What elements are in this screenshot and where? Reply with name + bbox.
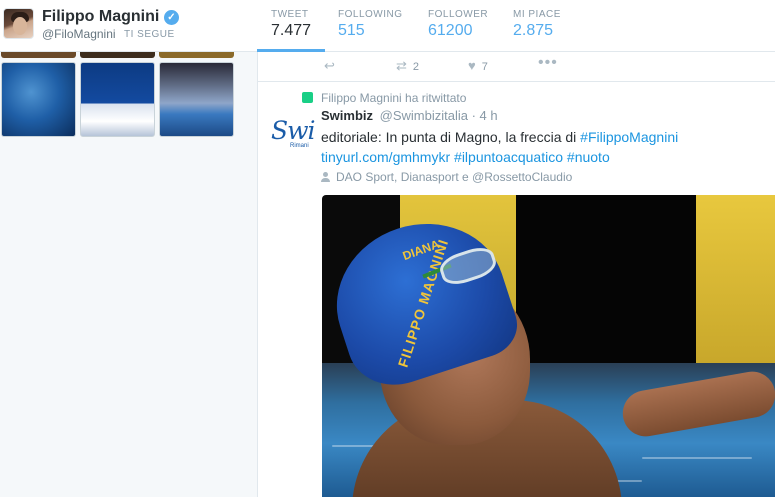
pool-lane-yellow — [696, 195, 775, 370]
person-icon — [321, 172, 330, 182]
retweet-button[interactable]: ⇄ 2 — [396, 58, 419, 74]
heart-icon: ♥ — [468, 58, 476, 73]
tweet-text: editoriale: In punta di Magno, la frecci… — [321, 127, 751, 167]
tweet-photo[interactable]: FILIPPO MAGNINI DIANA — [322, 195, 775, 497]
tweet-timestamp[interactable]: · 4 h — [472, 108, 498, 123]
profile-handle[interactable]: @FiloMagnini — [42, 27, 116, 41]
profile-name[interactable]: Filippo Magnini — [42, 8, 159, 26]
timeline: ↩ ⇄ 2 ♥ 7 ••• Filippo Magnini ha ritwittat… — [257, 52, 775, 497]
retweet-icon — [302, 92, 313, 103]
photo-thumbnail[interactable] — [1, 62, 76, 137]
stat-value: 515 — [338, 22, 365, 39]
photo-thumbnail-partial[interactable] — [80, 52, 155, 58]
tweet-author-name[interactable]: Swimbiz — [321, 108, 373, 123]
like-button[interactable]: ♥ 7 — [468, 58, 488, 73]
tweet-author-avatar[interactable]: Swi Rimani — [270, 115, 316, 157]
hashtag-link[interactable]: #nuoto — [567, 149, 610, 165]
url-link[interactable]: tinyurl.com/gmhmykr — [321, 149, 450, 165]
tweet-author-handle[interactable]: @Swimbizitalia — [380, 108, 468, 123]
photo-thumbnail-partial[interactable] — [1, 52, 76, 58]
avatar-logo-subtext: Rimani — [290, 143, 309, 149]
pool-wall-black — [516, 195, 696, 370]
stat-value: 61200 — [428, 22, 473, 39]
reply-icon[interactable]: ↩ — [324, 58, 335, 74]
profile-avatar[interactable] — [3, 8, 34, 39]
previous-tweet-actions: ↩ ⇄ 2 ♥ 7 ••• — [258, 52, 775, 82]
avatar-face — [13, 17, 27, 35]
stat-tweets-tab[interactable]: TWEET 7.477 — [257, 9, 325, 52]
stat-label: MI PIACE — [513, 9, 561, 20]
follows-you-badge: TI SEGUE — [124, 29, 175, 40]
stat-value: 2.875 — [513, 22, 554, 39]
like-count: 7 — [481, 61, 488, 73]
tweet-text-plain: editoriale: In punta di Magno, la frecci… — [321, 129, 581, 145]
hashtag-link[interactable]: #FilippoMagnini — [580, 129, 678, 145]
stat-label: FOLLOWING — [338, 9, 403, 20]
retweet-context[interactable]: Filippo Magnini ha ritwittato — [321, 91, 466, 105]
stat-followers-tab[interactable]: FOLLOWER 61200 — [428, 9, 508, 52]
retweet-count: 2 — [412, 61, 420, 73]
tweet-header: Swimbiz @Swimbizitalia · 4 h — [321, 108, 498, 123]
photo-thumbnail[interactable] — [80, 62, 155, 137]
profile-header-bar: Filippo Magnini ✓ @FiloMagnini TI SEGUE … — [0, 0, 775, 52]
tagged-users-text: DAO Sport, Dianasport e @RossettoClaudio — [336, 170, 573, 184]
avatar-logo-text: Swi — [271, 116, 316, 145]
more-options-icon[interactable]: ••• — [538, 54, 558, 72]
stat-likes-tab[interactable]: MI PIACE 2.875 — [513, 9, 593, 52]
photo-thumbnail[interactable] — [159, 62, 234, 137]
stat-value: 7.477 — [271, 22, 312, 39]
stat-label: TWEET — [271, 9, 309, 20]
photo-tagged-users[interactable]: DAO Sport, Dianasport e @RossettoClaudio — [321, 170, 572, 184]
verified-badge-icon: ✓ — [164, 10, 179, 25]
stat-following-tab[interactable]: FOLLOWING 515 — [338, 9, 418, 52]
retweet-icon: ⇄ — [396, 58, 407, 73]
water-ripple — [642, 457, 752, 459]
hashtag-link[interactable]: #ilpuntoacquatico — [454, 149, 563, 165]
stat-label: FOLLOWER — [428, 9, 489, 20]
photo-gallery — [0, 52, 257, 497]
photo-thumbnail-partial[interactable] — [159, 52, 234, 58]
